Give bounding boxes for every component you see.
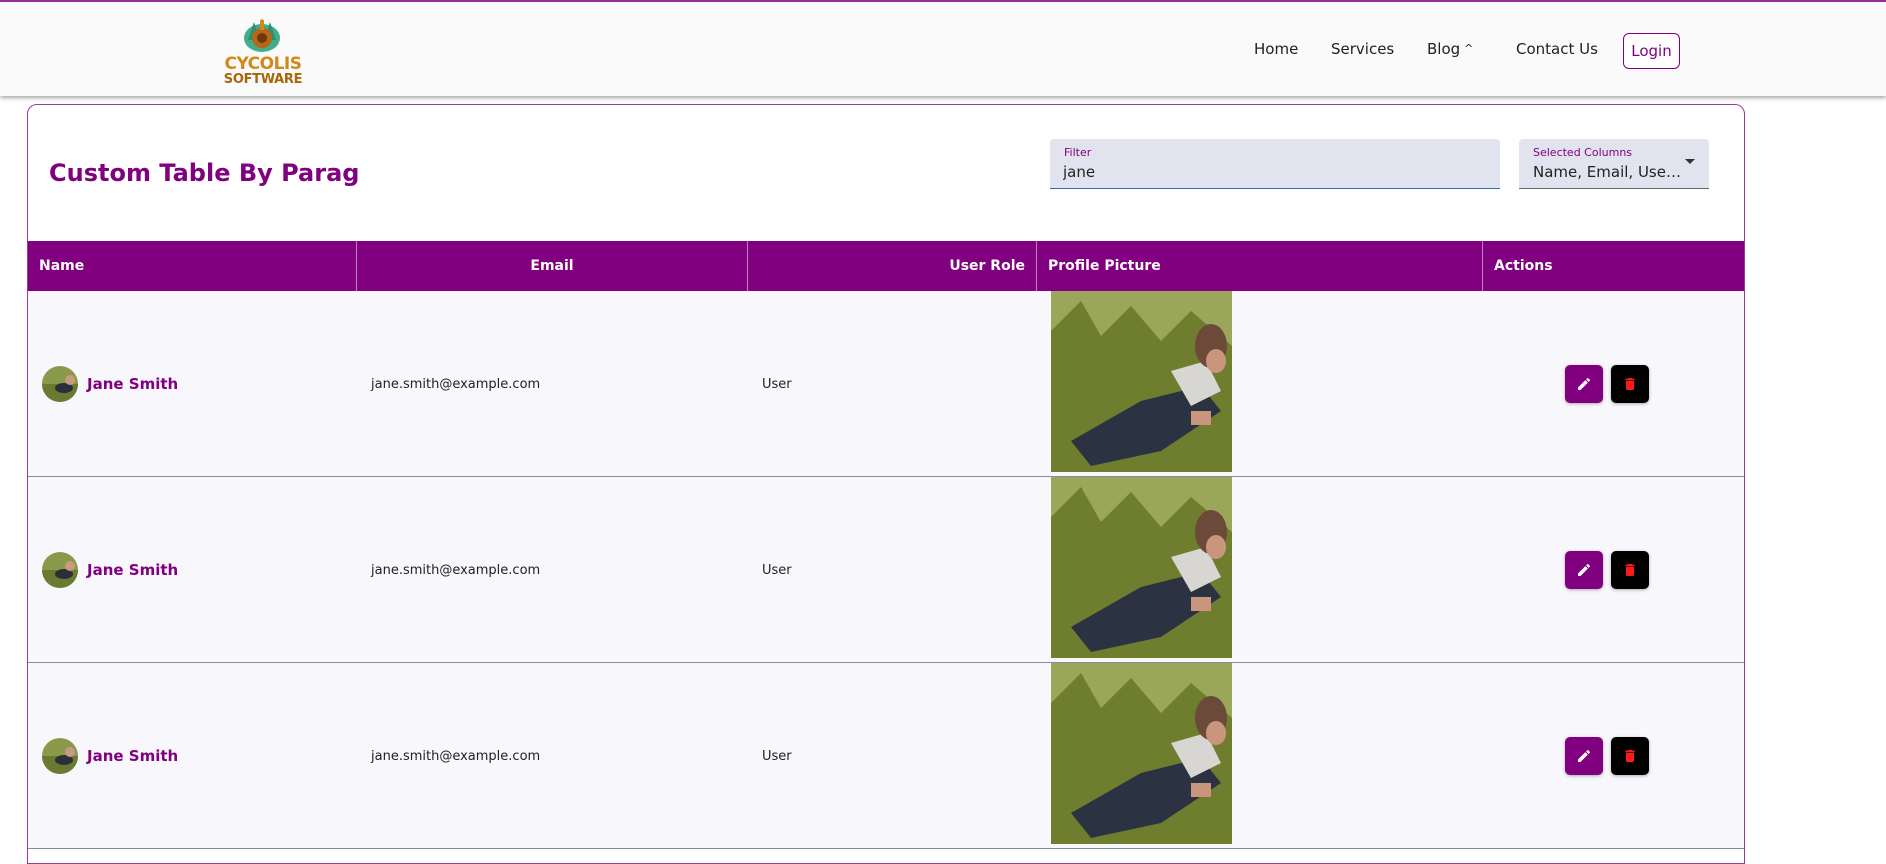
nav-blog[interactable]: Blog ^ (1427, 40, 1473, 58)
delete-icon (1625, 378, 1635, 390)
user-email: jane.smith@example.com (371, 377, 541, 392)
profile-picture (1051, 291, 1232, 472)
delete-icon (1625, 564, 1635, 576)
selected-columns-value: Name, Email, User Role, Profile Picture,… (1533, 163, 1683, 181)
filter-input[interactable] (1063, 161, 1483, 183)
delete-button[interactable] (1611, 551, 1649, 589)
logo-icon (244, 18, 280, 52)
edit-button[interactable] (1565, 551, 1603, 589)
edit-icon (1578, 563, 1591, 576)
avatar (42, 552, 78, 588)
table-row: Jane Smith jane.smith@example.com User (28, 477, 1744, 663)
column-header-user-role[interactable]: User Role (748, 241, 1037, 291)
table-header: Name Email User Role Profile Picture Act… (28, 241, 1744, 291)
chevron-up-icon: ^ (1464, 42, 1474, 55)
avatar (42, 738, 78, 774)
table-row: Jane Smith jane.smith@example.com User (28, 663, 1744, 849)
user-name: Jane Smith (87, 375, 179, 393)
nav-home[interactable]: Home (1254, 40, 1298, 58)
avatar (42, 366, 78, 402)
delete-button[interactable] (1611, 365, 1649, 403)
login-button[interactable]: Login (1623, 33, 1680, 69)
user-role: User (762, 749, 792, 764)
user-role: User (762, 563, 792, 578)
user-email: jane.smith@example.com (371, 563, 541, 578)
table-card: Custom Table By Parag Filter Selected Co… (27, 104, 1745, 864)
edit-icon (1578, 749, 1591, 762)
column-header-profile-picture[interactable]: Profile Picture (1037, 241, 1483, 291)
edit-button[interactable] (1565, 737, 1603, 775)
profile-picture (1051, 663, 1232, 844)
filter-label: Filter (1064, 146, 1092, 159)
delete-button[interactable] (1611, 737, 1649, 775)
edit-icon (1578, 377, 1591, 390)
user-email: jane.smith@example.com (371, 749, 541, 764)
nav-contact-us[interactable]: Contact Us (1516, 40, 1598, 58)
user-role: User (762, 377, 792, 392)
user-name: Jane Smith (87, 561, 179, 579)
column-header-email[interactable]: Email (357, 241, 748, 291)
table-row: Jane Smith jane.smith@example.com User (28, 291, 1744, 477)
delete-icon (1625, 750, 1635, 762)
selected-columns-select[interactable]: Selected Columns Name, Email, User Role,… (1519, 139, 1709, 189)
column-header-name[interactable]: Name (28, 241, 357, 291)
edit-button[interactable] (1565, 365, 1603, 403)
profile-picture (1051, 477, 1232, 658)
filter-field[interactable]: Filter (1050, 139, 1500, 189)
user-name: Jane Smith (87, 747, 179, 765)
selected-columns-label: Selected Columns (1533, 146, 1633, 159)
nav-blog-label: Blog (1427, 40, 1461, 58)
top-navbar: CYCOLIS SOFTWARE Home Services Blog ^ Con… (0, 0, 1886, 96)
logo-text-cycolis: CYCOLIS (224, 54, 302, 74)
page-title: Custom Table By Parag (49, 159, 360, 187)
brand-logo[interactable]: CYCOLIS SOFTWARE (220, 12, 306, 88)
column-header-actions: Actions (1494, 258, 1553, 274)
nav-services[interactable]: Services (1331, 40, 1394, 58)
chevron-down-icon (1685, 159, 1695, 164)
logo-text-software: SOFTWARE (223, 72, 303, 87)
